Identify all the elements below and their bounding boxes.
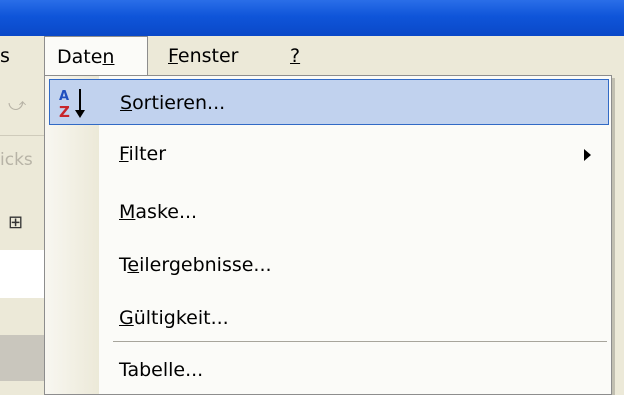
menu-item-label: Maske... (119, 201, 198, 223)
menu-item-label: Teilergebnisse... (119, 254, 272, 276)
menu-daten[interactable]: Daten (44, 36, 148, 76)
redo-icon: ⤻ (8, 95, 27, 115)
menu-item-gueltigkeit[interactable]: Gültigkeit... (49, 295, 609, 341)
daten-dropdown-menu: A Z Sortieren... Filter Maske... Teilerg… (44, 75, 612, 395)
title-bar (0, 0, 624, 36)
svg-text:Z: Z (59, 103, 70, 121)
formula-bar-area (0, 250, 46, 298)
menu-help-label: ? (290, 45, 301, 67)
toolbar-divider (0, 135, 46, 136)
menu-separator (113, 341, 607, 342)
menu-item-sortieren[interactable]: A Z Sortieren... (49, 79, 609, 125)
menu-extras-partial[interactable]: s (0, 36, 10, 76)
menu-item-label: Sortieren... (120, 92, 226, 114)
menu-fenster-label: Fenster (168, 45, 239, 67)
submenu-arrow-icon (584, 149, 591, 161)
menu-fenster[interactable]: Fenster (168, 36, 238, 76)
table-icon[interactable]: ⊞ (8, 212, 23, 233)
toolbar-faint-label: icks (0, 150, 33, 170)
menu-item-teilergebnisse[interactable]: Teilergebnisse... (49, 242, 609, 288)
menu-daten-label: Daten (57, 46, 115, 68)
menu-item-maske[interactable]: Maske... (49, 189, 609, 235)
menu-item-label: Gültigkeit... (119, 307, 229, 329)
menu-bar: s Daten Fenster ? (0, 36, 624, 76)
svg-text:A: A (59, 89, 69, 104)
menu-item-label: Tabelle... (119, 359, 204, 381)
sheet-header-area (0, 335, 46, 381)
menu-item-tabelle[interactable]: Tabelle... (49, 347, 609, 393)
menu-help[interactable]: ? (290, 36, 300, 76)
toolbar-background-right (614, 76, 624, 381)
menu-item-label: Filter (119, 143, 167, 165)
menu-extras-label: s (0, 45, 10, 67)
menu-item-filter[interactable]: Filter (49, 131, 609, 177)
sort-az-icon: A Z (59, 89, 85, 121)
